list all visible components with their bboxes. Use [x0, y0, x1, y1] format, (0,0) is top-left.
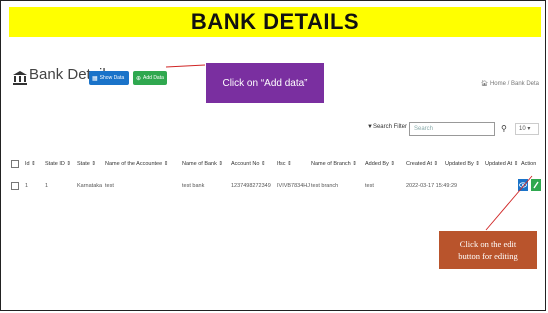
table-icon: ▦ — [92, 75, 98, 82]
add-data-callout-text: Click on “Add data” — [222, 77, 308, 89]
view-button[interactable] — [518, 179, 528, 191]
row-checkbox[interactable] — [11, 182, 19, 190]
search-icon[interactable]: ⚲ — [501, 124, 507, 133]
table-toolbar: ▼Search Filter Search ⚲ 10 ▾ — [9, 121, 541, 141]
column-header[interactable]: Ifsc ⇕ — [277, 161, 292, 167]
edit-callout-line1: Click on the edit — [459, 239, 517, 249]
table-cell: 1237498272349 — [231, 183, 271, 189]
column-header[interactable]: Created At ⇕ — [406, 161, 438, 167]
select-all-checkbox[interactable] — [11, 160, 19, 168]
column-header[interactable]: Name of the Accountee ⇕ — [105, 161, 168, 167]
table-header-row: Id ⇕ State ID ⇕ State ⇕ Name of the Acco… — [9, 157, 541, 173]
table-cell: 1 — [45, 183, 49, 189]
add-data-callout: Click on “Add data” — [206, 63, 324, 103]
screenshot-frame: BANK DETAILS Bank Details ▦ Show Data ⊕ … — [0, 0, 546, 311]
bank-details-page: Bank Details ▦ Show Data ⊕ Add Data Clic… — [9, 43, 541, 305]
table-cell: IVIVB7834HJ — [277, 183, 311, 189]
add-data-button[interactable]: ⊕ Add Data — [133, 71, 167, 85]
show-data-button[interactable]: ▦ Show Data — [89, 71, 129, 85]
bank-icon — [13, 71, 27, 85]
show-data-label: Show Data — [99, 75, 125, 81]
column-header[interactable]: Name of Bank ⇕ — [182, 161, 223, 167]
column-header[interactable]: State ⇕ — [77, 161, 96, 167]
edit-callout-line2: button for editing — [458, 251, 518, 261]
table-cell: test bank — [182, 183, 205, 189]
column-header[interactable]: Account No ⇕ — [231, 161, 266, 167]
breadcrumb-text: Home / Bank Deta — [489, 81, 539, 87]
filter-button[interactable]: ▼Search Filter — [367, 124, 407, 130]
table-cell: 1 — [25, 183, 29, 189]
table-cell: test — [105, 183, 114, 189]
edit-callout: Click on the edit button for editing — [439, 231, 537, 269]
edit-button[interactable] — [531, 179, 541, 191]
banner-title: BANK DETAILS — [190, 9, 360, 34]
column-header: Action — [521, 161, 537, 167]
page-header: Bank Details ▦ Show Data ⊕ Add Data Clic… — [9, 53, 541, 103]
page-size-value: 10 — [519, 126, 526, 132]
breadcrumb[interactable]: 🏠︎ Home / Bank Deta — [481, 80, 539, 87]
plus-icon: ⊕ — [136, 75, 142, 82]
title-banner: BANK DETAILS — [9, 7, 541, 37]
table-cell: test — [365, 183, 374, 189]
table-cell: test branch — [311, 183, 339, 189]
filter-label: Search Filter — [372, 124, 407, 130]
search-placeholder: Search — [414, 126, 434, 132]
search-input[interactable]: Search — [409, 122, 495, 136]
table-cell: Karnataka — [77, 183, 103, 189]
column-header[interactable]: Id ⇕ — [25, 161, 36, 167]
column-header[interactable]: State ID ⇕ — [45, 161, 71, 167]
column-header[interactable]: Added By ⇕ — [365, 161, 395, 167]
pencil-icon — [533, 181, 539, 189]
column-header[interactable]: Updated At ⇕ — [485, 161, 518, 167]
table-cell: 2022-03-17 15:49:29 — [406, 183, 458, 189]
add-data-label: Add Data — [143, 75, 164, 81]
eye-icon — [519, 182, 527, 188]
home-icon: 🏠︎ — [480, 81, 489, 87]
table-row: 1 1 Karnataka test test bank 12374982723… — [9, 179, 541, 195]
page-size-select[interactable]: 10 ▾ — [515, 123, 539, 135]
column-header[interactable]: Name of Branch ⇕ — [311, 161, 357, 167]
column-header[interactable]: Updated By ⇕ — [445, 161, 480, 167]
bank-details-table: Id ⇕ State ID ⇕ State ⇕ Name of the Acco… — [9, 157, 541, 195]
